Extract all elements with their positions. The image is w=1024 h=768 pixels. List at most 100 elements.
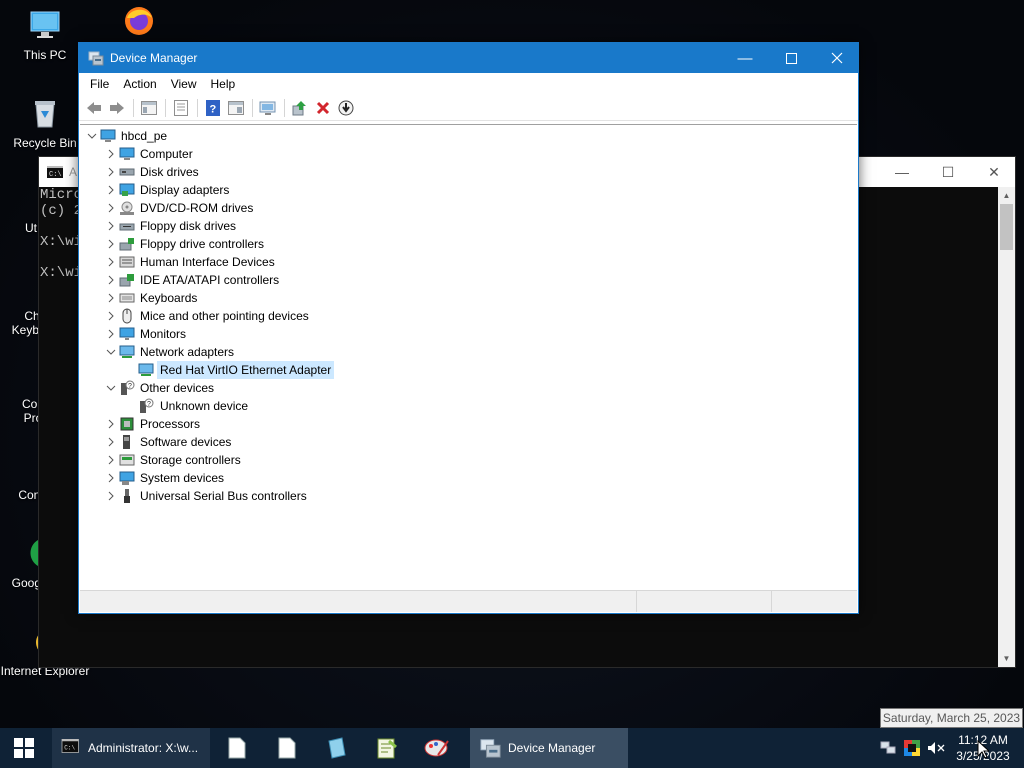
- floppy-drive-icon: [119, 218, 135, 234]
- keyboard-icon: [119, 290, 135, 306]
- scroll-down-icon[interactable]: ▼: [998, 650, 1015, 667]
- tree-node-display-adapters[interactable]: Display adapters: [103, 181, 232, 199]
- recycle-bin-icon: [35, 101, 55, 128]
- scroll-up-icon[interactable]: ▲: [998, 187, 1015, 204]
- volume-tray-button[interactable]: [924, 728, 948, 768]
- tree-node-storage-controllers[interactable]: Storage controllers: [103, 451, 244, 469]
- disable-device-button[interactable]: [335, 97, 357, 119]
- device-tree[interactable]: hbcd_pe Computer Disk drives Display adapt…: [80, 124, 857, 592]
- tree-node-network-adapters[interactable]: Network adapters: [103, 343, 237, 361]
- console-output: Micro (c) 2 X:\wi X:\wi: [39, 187, 82, 281]
- network-tray-button[interactable]: [876, 728, 900, 768]
- pinned-document[interactable]: [262, 728, 312, 768]
- chevron-right-icon[interactable]: [103, 271, 119, 289]
- menu-file[interactable]: File: [83, 73, 116, 95]
- taskbar-button-device-manager[interactable]: Device Manager: [470, 728, 628, 768]
- floppy-controller-icon: [119, 236, 135, 252]
- taskbar-button-console[interactable]: C:\ Administrator: X:\w...: [52, 728, 210, 768]
- chevron-right-icon[interactable]: [103, 451, 119, 469]
- tree-node-label: Display adapters: [140, 183, 230, 197]
- menu-action[interactable]: Action: [116, 73, 163, 95]
- chevron-right-icon[interactable]: [103, 469, 119, 487]
- console-line: X:\wi: [40, 234, 83, 250]
- tree-node-keyboards[interactable]: Keyboards: [103, 289, 200, 307]
- chevron-right-icon[interactable]: [103, 199, 119, 217]
- tree-node-system-devices[interactable]: System devices: [103, 469, 227, 487]
- tree-node-ide-ata-atapi-controllers[interactable]: IDE ATA/ATAPI controllers: [103, 271, 282, 289]
- uninstall-button[interactable]: [312, 97, 334, 119]
- device-manager-window[interactable]: Device Manager — File Action View Help ?: [78, 42, 859, 614]
- chevron-right-icon[interactable]: [103, 145, 119, 163]
- console-scrollbar-thumb[interactable]: [1000, 204, 1013, 250]
- show-hide-tree-button[interactable]: [138, 97, 160, 119]
- chevron-right-icon[interactable]: [103, 217, 119, 235]
- tree-node-floppy-disk-drives[interactable]: Floppy disk drives: [103, 217, 239, 235]
- desktop-icon-firefox[interactable]: [94, 4, 184, 44]
- tree-node-software-devices[interactable]: Software devices: [103, 433, 234, 451]
- console-maximize-button[interactable]: ☐: [925, 157, 971, 187]
- chevron-right-icon[interactable]: [103, 253, 119, 271]
- tree-node-monitors[interactable]: Monitors: [103, 325, 189, 343]
- desktop-icon-this-pc[interactable]: This PC: [0, 8, 90, 62]
- monitor-icon: [119, 326, 135, 342]
- back-button[interactable]: [83, 97, 105, 119]
- pinned-paint[interactable]: [412, 728, 462, 768]
- chevron-down-icon[interactable]: [84, 127, 100, 145]
- toolbar-separator: [252, 98, 253, 117]
- properties-button[interactable]: [170, 97, 192, 119]
- tree-node-disk-drives[interactable]: Disk drives: [103, 163, 202, 181]
- status-cell: [80, 591, 637, 612]
- toolbar-separator: [284, 98, 285, 117]
- start-button[interactable]: [0, 728, 48, 768]
- tree-node-universal-serial-bus-controllers[interactable]: Universal Serial Bus controllers: [103, 487, 310, 505]
- console-line: (c) 2: [40, 203, 83, 219]
- scan-hardware-button[interactable]: [257, 97, 279, 119]
- chevron-right-icon[interactable]: [103, 325, 119, 343]
- tree-node-human-interface-devices[interactable]: Human Interface Devices: [103, 253, 278, 271]
- tree-node-floppy-drive-controllers[interactable]: Floppy drive controllers: [103, 235, 267, 253]
- console-scrollbar[interactable]: ▲ ▼: [998, 187, 1015, 667]
- tree-node-computer[interactable]: Computer: [103, 145, 196, 163]
- device-manager-title-bar[interactable]: Device Manager —: [79, 43, 858, 73]
- chevron-down-icon[interactable]: [103, 379, 119, 397]
- update-driver-button[interactable]: [289, 97, 311, 119]
- console-close-button[interactable]: ✕: [971, 157, 1017, 187]
- system-tray: 11:12 AM 3/25/2023: [876, 728, 1024, 768]
- tree-node-mice-and-other-pointing-devices[interactable]: Mice and other pointing devices: [103, 307, 312, 325]
- pinned-file-manager[interactable]: [312, 728, 362, 768]
- status-cell: [637, 591, 772, 612]
- scan-hardware-icon: [259, 101, 276, 115]
- pinned-notepad[interactable]: [212, 728, 262, 768]
- tree-node-other-devices[interactable]: ? Other devices: [103, 379, 217, 397]
- desktop-icon-recycle-bin[interactable]: Recycle Bin: [0, 96, 90, 150]
- tree-node-processors[interactable]: Processors: [103, 415, 203, 433]
- menu-help[interactable]: Help: [204, 73, 243, 95]
- view-button[interactable]: [225, 97, 247, 119]
- maximize-button[interactable]: [768, 43, 814, 73]
- tree-child-unknown-device[interactable]: ? Unknown device: [138, 397, 251, 415]
- menu-view[interactable]: View: [164, 73, 204, 95]
- tree-node-dvd-cd-rom-drives[interactable]: DVD/CD-ROM drives: [103, 199, 256, 217]
- toolbar-separator: [165, 98, 166, 117]
- forward-button[interactable]: [106, 97, 128, 119]
- close-button[interactable]: [814, 43, 860, 73]
- tree-root[interactable]: hbcd_pe: [84, 127, 170, 145]
- chevron-down-icon[interactable]: [103, 343, 119, 361]
- chevron-right-icon[interactable]: [103, 433, 119, 451]
- chevron-right-icon[interactable]: [103, 289, 119, 307]
- chevron-right-icon[interactable]: [103, 181, 119, 199]
- color-tray-button[interactable]: [900, 728, 924, 768]
- chevron-right-icon[interactable]: [103, 235, 119, 253]
- pinned-notepad-plus[interactable]: [362, 728, 412, 768]
- console-minimize-button[interactable]: —: [879, 157, 925, 187]
- chevron-right-icon[interactable]: [103, 415, 119, 433]
- tree-child-red-hat-virtio-ethernet-adapter[interactable]: Red Hat VirtIO Ethernet Adapter: [138, 361, 335, 379]
- chevron-right-icon[interactable]: [103, 307, 119, 325]
- menu-bar: File Action View Help: [79, 73, 858, 95]
- help-button[interactable]: ?: [202, 97, 224, 119]
- chevron-right-icon[interactable]: [103, 487, 119, 505]
- minimize-button[interactable]: —: [722, 43, 768, 73]
- mouse-icon: [119, 308, 135, 324]
- tree-node-label: Keyboards: [140, 291, 198, 305]
- chevron-right-icon[interactable]: [103, 163, 119, 181]
